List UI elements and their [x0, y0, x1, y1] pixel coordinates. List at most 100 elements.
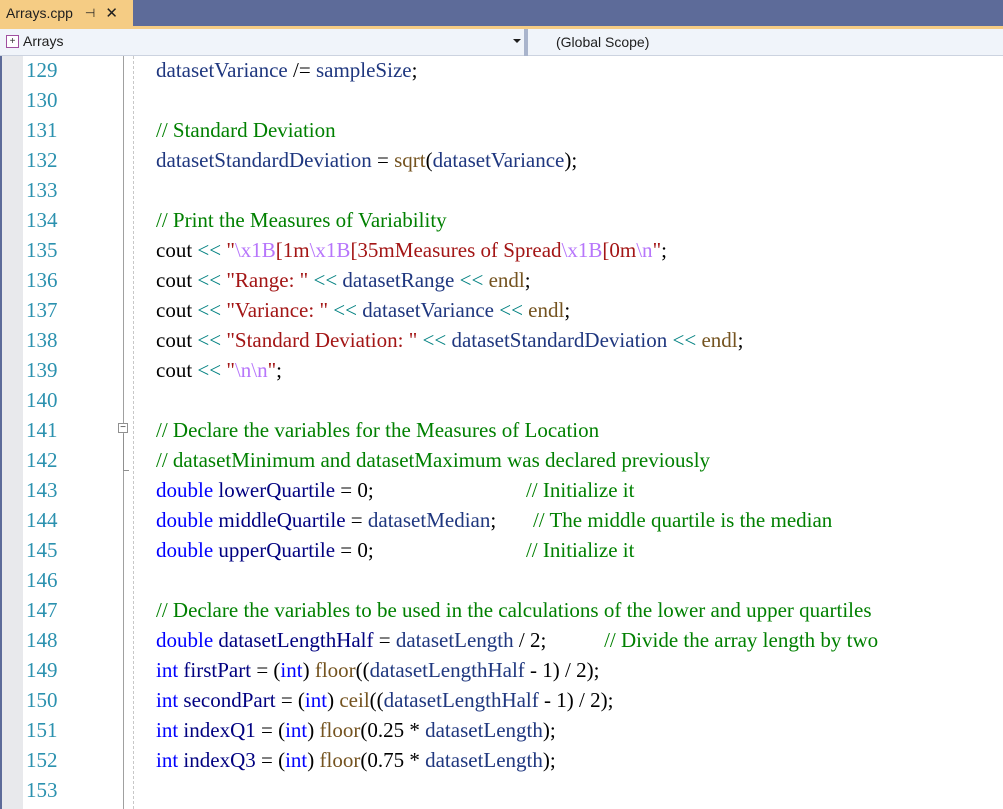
- code-token: ((: [369, 688, 384, 712]
- code-token: ;: [524, 268, 531, 292]
- scope-dropdown[interactable]: (Global Scope): [556, 34, 649, 50]
- code-token: <<: [422, 328, 447, 352]
- code-token: datasetRange: [337, 268, 460, 292]
- code-token: \x1B: [309, 238, 351, 262]
- code-line[interactable]: datasetStandardDeviation = sqrt(datasetV…: [156, 145, 577, 175]
- code-token: <<: [333, 298, 357, 322]
- code-token: ": [267, 358, 277, 382]
- code-token: ): [307, 718, 320, 742]
- code-token: (0.75 *: [360, 748, 426, 772]
- code-token: // Divide the array length by two: [604, 628, 879, 652]
- code-token: / 2;: [513, 628, 605, 652]
- code-token: // Standard Deviation: [156, 118, 336, 142]
- collapse-icon[interactable]: −: [118, 423, 128, 433]
- code-token: datasetVariance: [432, 148, 565, 172]
- tab-title: Arrays.cpp: [6, 5, 73, 21]
- code-token: = (: [251, 658, 281, 682]
- code-token: ): [307, 748, 320, 772]
- code-token: );: [564, 148, 578, 172]
- code-token: int: [304, 688, 328, 712]
- code-token: middleQuartile: [213, 508, 346, 532]
- project-dropdown[interactable]: + Arrays: [6, 33, 63, 49]
- code-line[interactable]: datasetVariance /= sampleSize;: [156, 55, 417, 85]
- code-token: datasetLengthHalf: [383, 688, 539, 712]
- document-tab-bar: Arrays.cpp ⊣ ✕: [0, 0, 1003, 26]
- code-token: ;: [737, 328, 744, 352]
- code-token: (: [425, 148, 433, 172]
- code-line[interactable]: cout << "Range: " << datasetRange << end…: [156, 265, 531, 295]
- code-token: ): [327, 688, 340, 712]
- code-token: = 0;: [335, 538, 526, 562]
- code-line[interactable]: double datasetLengthHalf = datasetLength…: [156, 625, 878, 655]
- line-number: 134: [26, 208, 58, 232]
- line-number: 139: [26, 358, 58, 382]
- code-line[interactable]: // Print the Measures of Variability: [156, 205, 447, 235]
- breakpoint-margin[interactable]: [2, 56, 23, 809]
- code-token: secondPart: [178, 688, 276, 712]
- line-number: 129: [26, 58, 58, 82]
- code-token: cout: [156, 238, 198, 262]
- outline-end: [123, 470, 129, 471]
- code-line[interactable]: cout << "\n\n";: [156, 355, 282, 385]
- code-token: // Print the Measures of Variability: [156, 208, 447, 232]
- line-number: 150: [26, 688, 58, 712]
- code-token: floor: [314, 658, 356, 682]
- code-token: cout: [156, 358, 198, 382]
- code-token: // datasetMinimum and datasetMaximum was…: [156, 448, 711, 472]
- nav-divider: [524, 29, 528, 56]
- code-token: <<: [197, 358, 222, 382]
- code-token: =: [373, 628, 396, 652]
- code-token: <<: [197, 328, 222, 352]
- code-line[interactable]: int secondPart = (int) ceil((datasetLeng…: [156, 685, 613, 715]
- code-token: <<: [197, 298, 222, 322]
- code-line[interactable]: cout << "Standard Deviation: " << datase…: [156, 325, 743, 355]
- code-token: [0m: [602, 238, 637, 262]
- code-line[interactable]: int firstPart = (int) floor((datasetLeng…: [156, 655, 599, 685]
- code-token: [35mMeasures of Spread: [350, 238, 562, 262]
- code-line[interactable]: // Declare the variables for the Measure…: [156, 415, 599, 445]
- code-token: cout: [156, 268, 198, 292]
- line-number: 136: [26, 268, 58, 292]
- code-token: =: [371, 148, 395, 172]
- line-number: 147: [26, 598, 58, 622]
- code-line[interactable]: int indexQ1 = (int) floor(0.25 * dataset…: [156, 715, 556, 745]
- code-line[interactable]: // datasetMinimum and datasetMaximum was…: [156, 445, 710, 475]
- indent-guide: [133, 56, 134, 809]
- code-token: // The middle quartile is the median: [532, 508, 833, 532]
- code-token: double: [156, 508, 214, 532]
- chevron-down-icon[interactable]: [513, 39, 521, 43]
- code-token: floor: [319, 718, 361, 742]
- code-line[interactable]: double upperQuartile = 0; // Initialize …: [156, 535, 634, 565]
- code-token: int: [156, 688, 179, 712]
- code-line[interactable]: double middleQuartile = datasetMedian; /…: [156, 505, 832, 535]
- line-number: 144: [26, 508, 58, 532]
- code-token: ;: [490, 508, 533, 532]
- code-token: ": [221, 238, 235, 262]
- code-token: "Variance: ": [221, 298, 334, 322]
- code-token: <<: [499, 298, 523, 322]
- line-number: 151: [26, 718, 58, 742]
- code-line[interactable]: // Declare the variables to be used in t…: [156, 595, 872, 625]
- code-token: ": [652, 238, 662, 262]
- line-number: 131: [26, 118, 58, 142]
- code-token: ;: [564, 298, 571, 322]
- code-token: datasetStandardDeviation: [446, 328, 673, 352]
- code-token: \n: [636, 238, 653, 262]
- line-number: 137: [26, 298, 58, 322]
- code-token: sampleSize: [315, 58, 412, 82]
- pin-icon[interactable]: ⊣: [85, 6, 95, 20]
- code-line[interactable]: int indexQ3 = (int) floor(0.75 * dataset…: [156, 745, 556, 775]
- code-token: datasetLength: [425, 718, 543, 742]
- line-number: 152: [26, 748, 58, 772]
- code-line[interactable]: cout << "Variance: " << datasetVariance …: [156, 295, 570, 325]
- close-icon[interactable]: ✕: [105, 4, 118, 22]
- line-number: 149: [26, 658, 58, 682]
- code-line[interactable]: double lowerQuartile = 0; // Initialize …: [156, 475, 634, 505]
- line-number: 141: [26, 418, 58, 442]
- tab-arrays-cpp[interactable]: Arrays.cpp ⊣ ✕: [0, 0, 133, 26]
- line-number: 133: [26, 178, 58, 202]
- code-token: double: [156, 628, 214, 652]
- code-line[interactable]: cout << "\x1B[1m\x1B[35mMeasures of Spre…: [156, 235, 667, 265]
- code-token: ): [302, 658, 315, 682]
- code-line[interactable]: // Standard Deviation: [156, 115, 336, 145]
